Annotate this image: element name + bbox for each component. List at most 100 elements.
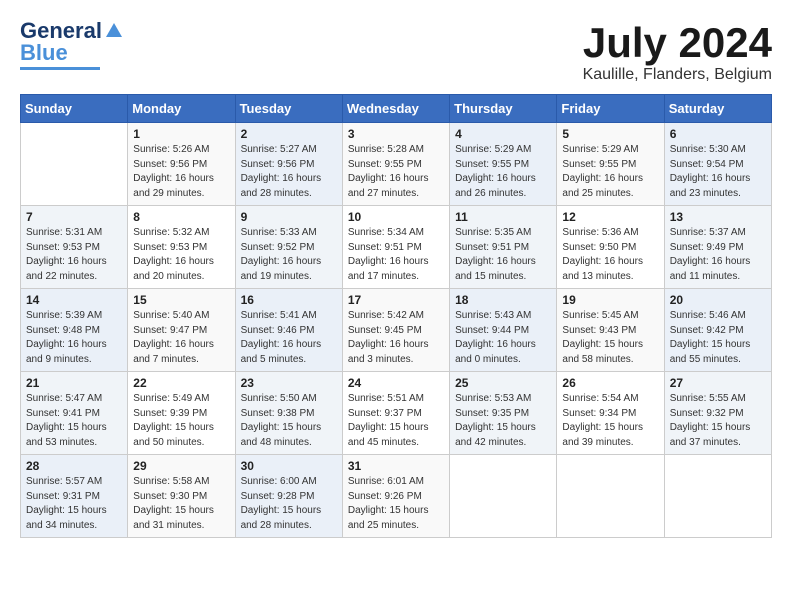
day-number: 21 (26, 376, 122, 390)
page-header: General Blue July 2024 Kaulille, Flander… (20, 20, 772, 84)
day-number: 4 (455, 127, 551, 141)
calendar-cell: 10 Sunrise: 5:34 AMSunset: 9:51 PMDayligh… (342, 206, 449, 289)
day-number: 8 (133, 210, 229, 224)
calendar-cell: 2 Sunrise: 5:27 AMSunset: 9:56 PMDaylight… (235, 123, 342, 206)
day-number: 23 (241, 376, 337, 390)
day-number: 14 (26, 293, 122, 307)
calendar-cell: 17 Sunrise: 5:42 AMSunset: 9:45 PMDayligh… (342, 289, 449, 372)
logo-triangle-icon (104, 19, 124, 39)
calendar-cell: 14 Sunrise: 5:39 AMSunset: 9:48 PMDayligh… (21, 289, 128, 372)
calendar-cell: 30 Sunrise: 6:00 AMSunset: 9:28 PMDayligh… (235, 455, 342, 538)
column-header-wednesday: Wednesday (342, 95, 449, 123)
calendar-cell: 8 Sunrise: 5:32 AMSunset: 9:53 PMDaylight… (128, 206, 235, 289)
day-info: Sunrise: 5:42 AMSunset: 9:45 PMDaylight:… (348, 309, 444, 367)
day-info: Sunrise: 5:37 AMSunset: 9:49 PMDaylight:… (670, 226, 766, 284)
day-number: 12 (562, 210, 658, 224)
calendar-cell: 22 Sunrise: 5:49 AMSunset: 9:39 PMDayligh… (128, 372, 235, 455)
day-number: 28 (26, 459, 122, 473)
calendar-cell: 31 Sunrise: 6:01 AMSunset: 9:26 PMDayligh… (342, 455, 449, 538)
column-header-friday: Friday (557, 95, 664, 123)
day-info: Sunrise: 5:33 AMSunset: 9:52 PMDaylight:… (241, 226, 337, 284)
day-info: Sunrise: 5:31 AMSunset: 9:53 PMDaylight:… (26, 226, 122, 284)
calendar-cell: 28 Sunrise: 5:57 AMSunset: 9:31 PMDayligh… (21, 455, 128, 538)
day-number: 20 (670, 293, 766, 307)
title-block: July 2024 Kaulille, Flanders, Belgium (583, 20, 772, 84)
day-number: 29 (133, 459, 229, 473)
calendar-week-row: 1 Sunrise: 5:26 AMSunset: 9:56 PMDaylight… (21, 123, 772, 206)
day-info: Sunrise: 5:51 AMSunset: 9:37 PMDaylight:… (348, 392, 444, 450)
day-number: 16 (241, 293, 337, 307)
day-info: Sunrise: 5:46 AMSunset: 9:42 PMDaylight:… (670, 309, 766, 367)
day-number: 17 (348, 293, 444, 307)
day-info: Sunrise: 6:01 AMSunset: 9:26 PMDaylight:… (348, 475, 444, 533)
day-number: 18 (455, 293, 551, 307)
day-info: Sunrise: 5:36 AMSunset: 9:50 PMDaylight:… (562, 226, 658, 284)
calendar-cell: 27Sunrise: 5:55 AMSunset: 9:32 PMDayligh… (664, 372, 771, 455)
day-info: Sunrise: 5:39 AMSunset: 9:48 PMDaylight:… (26, 309, 122, 367)
day-info: Sunrise: 5:58 AMSunset: 9:30 PMDaylight:… (133, 475, 229, 533)
calendar-cell: 24 Sunrise: 5:51 AMSunset: 9:37 PMDayligh… (342, 372, 449, 455)
calendar-cell: 6 Sunrise: 5:30 AMSunset: 9:54 PMDaylight… (664, 123, 771, 206)
day-number: 27 (670, 376, 766, 390)
calendar-cell: 13 Sunrise: 5:37 AMSunset: 9:49 PMDayligh… (664, 206, 771, 289)
day-info: Sunrise: 5:29 AMSunset: 9:55 PMDaylight:… (562, 143, 658, 201)
day-info: Sunrise: 5:50 AMSunset: 9:38 PMDaylight:… (241, 392, 337, 450)
calendar-header-row: SundayMondayTuesdayWednesdayThursdayFrid… (21, 95, 772, 123)
calendar-cell: 19 Sunrise: 5:45 AMSunset: 9:43 PMDayligh… (557, 289, 664, 372)
calendar-cell: 11 Sunrise: 5:35 AMSunset: 9:51 PMDayligh… (450, 206, 557, 289)
day-number: 1 (133, 127, 229, 141)
day-number: 11 (455, 210, 551, 224)
calendar-cell: 20 Sunrise: 5:46 AMSunset: 9:42 PMDayligh… (664, 289, 771, 372)
calendar-subtitle: Kaulille, Flanders, Belgium (583, 66, 772, 84)
day-info: Sunrise: 5:28 AMSunset: 9:55 PMDaylight:… (348, 143, 444, 201)
calendar-week-row: 28 Sunrise: 5:57 AMSunset: 9:31 PMDayligh… (21, 455, 772, 538)
day-number: 6 (670, 127, 766, 141)
calendar-cell: 5 Sunrise: 5:29 AMSunset: 9:55 PMDaylight… (557, 123, 664, 206)
calendar-table: SundayMondayTuesdayWednesdayThursdayFrid… (20, 94, 772, 538)
column-header-saturday: Saturday (664, 95, 771, 123)
day-info: Sunrise: 5:41 AMSunset: 9:46 PMDaylight:… (241, 309, 337, 367)
calendar-title: July 2024 (583, 20, 772, 66)
day-info: Sunrise: 5:27 AMSunset: 9:56 PMDaylight:… (241, 143, 337, 201)
logo-blue-text: Blue (20, 42, 68, 64)
calendar-cell: 12 Sunrise: 5:36 AMSunset: 9:50 PMDayligh… (557, 206, 664, 289)
day-number: 2 (241, 127, 337, 141)
day-info: Sunrise: 5:30 AMSunset: 9:54 PMDaylight:… (670, 143, 766, 201)
day-info: Sunrise: 5:47 AMSunset: 9:41 PMDaylight:… (26, 392, 122, 450)
logo-underline (20, 67, 100, 70)
day-number: 22 (133, 376, 229, 390)
calendar-cell: 23 Sunrise: 5:50 AMSunset: 9:38 PMDayligh… (235, 372, 342, 455)
calendar-cell (557, 455, 664, 538)
day-number: 19 (562, 293, 658, 307)
day-info: Sunrise: 5:26 AMSunset: 9:56 PMDaylight:… (133, 143, 229, 201)
calendar-cell: 21 Sunrise: 5:47 AMSunset: 9:41 PMDayligh… (21, 372, 128, 455)
calendar-cell: 29 Sunrise: 5:58 AMSunset: 9:30 PMDayligh… (128, 455, 235, 538)
day-number: 31 (348, 459, 444, 473)
day-info: Sunrise: 5:40 AMSunset: 9:47 PMDaylight:… (133, 309, 229, 367)
day-number: 10 (348, 210, 444, 224)
calendar-cell: 1 Sunrise: 5:26 AMSunset: 9:56 PMDaylight… (128, 123, 235, 206)
calendar-cell: 25Sunrise: 5:53 AMSunset: 9:35 PMDayligh… (450, 372, 557, 455)
day-number: 9 (241, 210, 337, 224)
calendar-cell: 9 Sunrise: 5:33 AMSunset: 9:52 PMDaylight… (235, 206, 342, 289)
day-info: Sunrise: 5:57 AMSunset: 9:31 PMDaylight:… (26, 475, 122, 533)
day-info: Sunrise: 5:49 AMSunset: 9:39 PMDaylight:… (133, 392, 229, 450)
day-number: 30 (241, 459, 337, 473)
day-info: Sunrise: 5:53 AMSunset: 9:35 PMDaylight:… (455, 392, 551, 450)
logo: General Blue (20, 20, 124, 70)
day-info: Sunrise: 5:34 AMSunset: 9:51 PMDaylight:… (348, 226, 444, 284)
day-number: 24 (348, 376, 444, 390)
calendar-cell: 26Sunrise: 5:54 AMSunset: 9:34 PMDayligh… (557, 372, 664, 455)
calendar-cell: 15Sunrise: 5:40 AMSunset: 9:47 PMDayligh… (128, 289, 235, 372)
day-number: 26 (562, 376, 658, 390)
day-number: 3 (348, 127, 444, 141)
calendar-cell: 3 Sunrise: 5:28 AMSunset: 9:55 PMDaylight… (342, 123, 449, 206)
day-info: Sunrise: 5:35 AMSunset: 9:51 PMDaylight:… (455, 226, 551, 284)
day-info: Sunrise: 6:00 AMSunset: 9:28 PMDaylight:… (241, 475, 337, 533)
day-info: Sunrise: 5:45 AMSunset: 9:43 PMDaylight:… (562, 309, 658, 367)
day-number: 13 (670, 210, 766, 224)
day-info: Sunrise: 5:32 AMSunset: 9:53 PMDaylight:… (133, 226, 229, 284)
column-header-monday: Monday (128, 95, 235, 123)
day-number: 5 (562, 127, 658, 141)
day-number: 7 (26, 210, 122, 224)
